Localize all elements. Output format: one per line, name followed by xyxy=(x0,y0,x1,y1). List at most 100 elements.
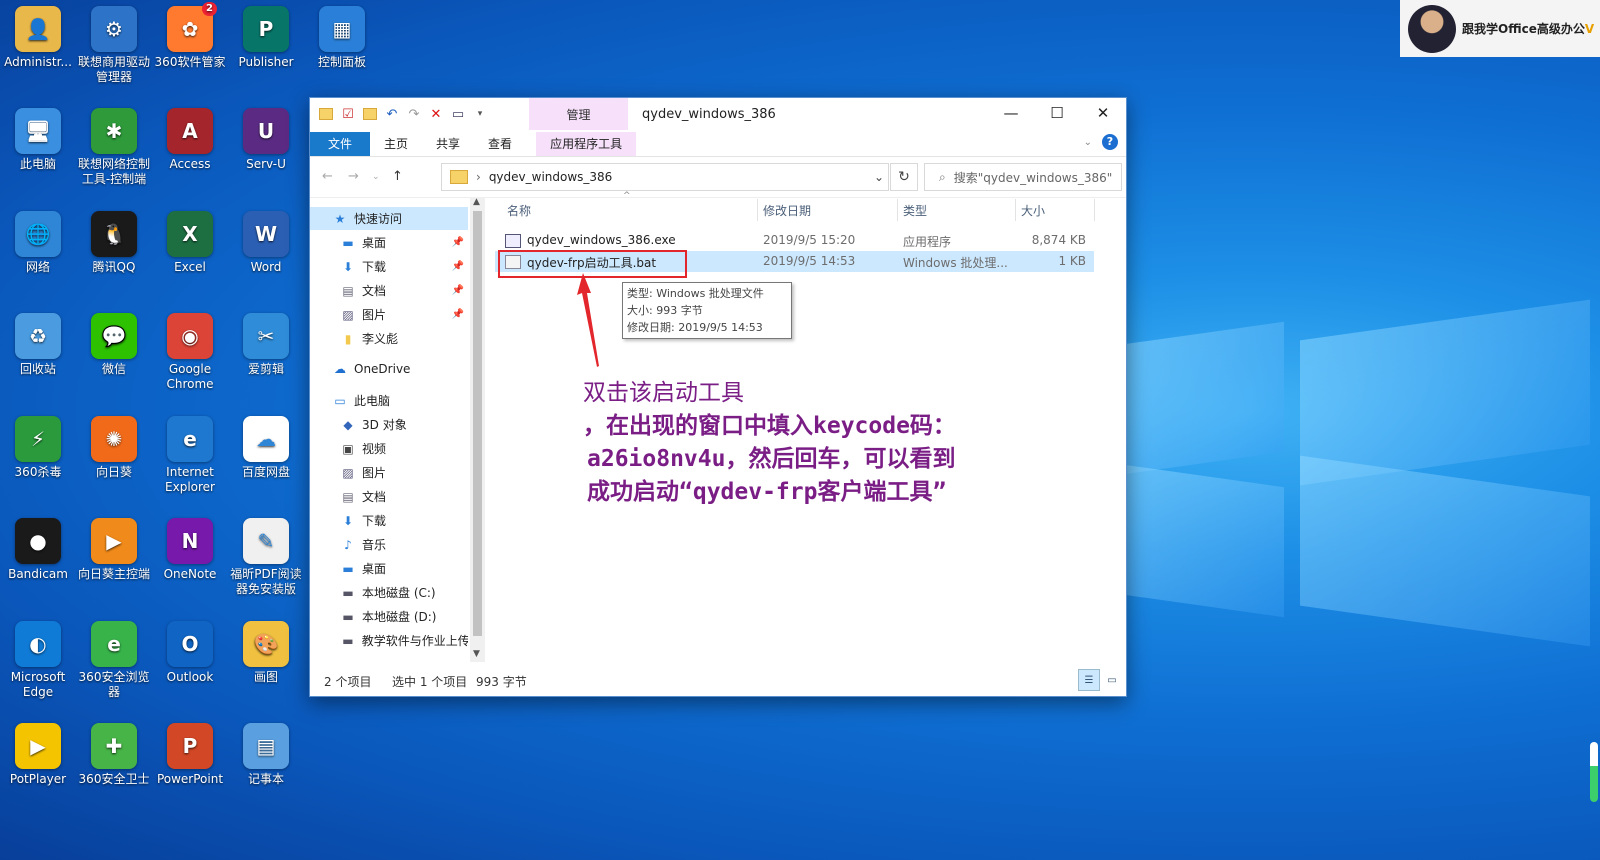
sidebar-item[interactable]: ▭ 此电脑 xyxy=(310,389,468,412)
address-bar[interactable]: › qydev_windows_386 ⌄ xyxy=(441,163,889,191)
qq-icon: 🐧 xyxy=(91,211,137,257)
desktop-icon[interactable]: U Serv-U xyxy=(228,108,304,172)
sidebar-item[interactable]: ⬇ 下载 xyxy=(310,509,468,532)
desktop-icon[interactable]: 🖥 此电脑 xyxy=(0,108,76,172)
refresh-button[interactable]: ↻ xyxy=(890,163,918,191)
sidebar-item[interactable]: ▨ 图片 xyxy=(310,461,468,484)
close-button[interactable]: ✕ xyxy=(1080,98,1126,128)
desktop-icon-label: OneNote xyxy=(163,567,217,581)
sidebar-item[interactable]: ⬇ 下载 📌 xyxy=(310,255,468,278)
desktop-icon[interactable]: ☁ 百度网盘 xyxy=(228,416,304,480)
sidebar-item[interactable]: ▤ 文档 📌 xyxy=(310,279,468,302)
column-header-type[interactable]: 类型 xyxy=(903,199,927,223)
help-icon[interactable]: ? xyxy=(1102,134,1118,150)
tab-view[interactable]: 查看 xyxy=(474,132,526,156)
desktop-icon[interactable]: N OneNote xyxy=(152,518,228,582)
desktop-icon[interactable]: 🌐 网络 xyxy=(0,211,76,275)
sidebar-item[interactable]: ☁ OneDrive xyxy=(310,357,468,380)
tab-application-tools[interactable]: 应用程序工具 xyxy=(536,132,637,156)
desktop-icon[interactable]: ▶ PotPlayer xyxy=(0,723,76,787)
tab-file[interactable]: 文件 xyxy=(310,132,371,156)
presenter-name: 跟我学Office高级办公V xyxy=(1462,22,1595,36)
sidebar-item[interactable]: ★ 快速访问 xyxy=(310,207,468,230)
scroll-up-icon[interactable]: ▲ xyxy=(473,197,480,207)
customize-dropdown-icon[interactable]: ▾ xyxy=(472,106,488,122)
pictures-icon: ▨ xyxy=(342,307,354,322)
tab-share[interactable]: 共享 xyxy=(422,132,474,156)
rename-icon[interactable]: ▭ xyxy=(450,106,466,122)
desktop-icon[interactable]: ⚡ 360杀毒 xyxy=(0,416,76,480)
potplayer-icon: ▶ xyxy=(15,723,61,769)
desktop-icon[interactable]: ✺ 向日葵 xyxy=(76,416,152,480)
undo-icon[interactable]: ↶ xyxy=(384,106,400,122)
sidebar-item[interactable]: ▬ 教学软件与作业上传 xyxy=(310,629,468,652)
desktop-icon[interactable]: W Word xyxy=(228,211,304,275)
desktop-icon[interactable]: ✱ 联想网络控制工具-控制端 xyxy=(76,108,152,187)
tab-home[interactable]: 主页 xyxy=(370,132,422,156)
pin-icon[interactable]: 📌 xyxy=(452,261,464,272)
desktop-icon[interactable]: 💬 微信 xyxy=(76,313,152,377)
desktop-icon[interactable]: ⚙ 联想商用驱动管理器 xyxy=(76,6,152,85)
sidebar-item[interactable]: ▬ 本地磁盘 (C:) xyxy=(310,581,468,604)
pin-icon[interactable]: 📌 xyxy=(452,309,464,320)
desktop-icon[interactable]: X Excel xyxy=(152,211,228,275)
desktop-icon[interactable]: e 360安全浏览器 xyxy=(76,621,152,700)
desktop-icon[interactable]: ✂ 爱剪辑 xyxy=(228,313,304,377)
search-input[interactable]: ⌕ 搜索"qydev_windows_386" xyxy=(924,163,1122,191)
column-header-name[interactable]: 名称 xyxy=(507,199,531,223)
column-header-date[interactable]: 修改日期 xyxy=(763,199,811,223)
desktop-icon[interactable]: ▤ 记事本 xyxy=(228,723,304,787)
desktop-icon[interactable]: ✚ 360安全卫士 xyxy=(76,723,152,787)
scroll-down-icon[interactable]: ▼ xyxy=(473,649,480,659)
chevron-down-icon[interactable]: ⌄ xyxy=(874,170,884,184)
sidebar-item[interactable]: ▬ 本地磁盘 (D:) xyxy=(310,605,468,628)
back-icon[interactable]: ← xyxy=(322,169,333,184)
desktop-icon[interactable]: ♻ 回收站 xyxy=(0,313,76,377)
desktop-icon[interactable]: 🎨 画图 xyxy=(228,621,304,685)
sidebar-item[interactable]: ▬ 桌面 📌 xyxy=(310,231,468,254)
desktop-icon[interactable]: P Publisher xyxy=(228,6,304,70)
folder-icon[interactable] xyxy=(318,106,334,122)
sidebar-item[interactable]: ▬ 桌面 xyxy=(310,557,468,580)
desktop-icon[interactable]: ◐ Microsoft Edge xyxy=(0,621,76,700)
sidebar-item[interactable]: ♪ 音乐 xyxy=(310,533,468,556)
sidebar-item[interactable]: ▨ 图片 📌 xyxy=(310,303,468,326)
desktop-icon[interactable]: O Outlook xyxy=(152,621,228,685)
recent-locations-icon[interactable]: ⌄ xyxy=(372,172,380,182)
delete-icon[interactable]: ✕ xyxy=(428,106,444,122)
desktop-icon[interactable]: 🐧 腾讯QQ xyxy=(76,211,152,275)
desktop-icon-label: 回收站 xyxy=(19,362,56,376)
sidebar-item[interactable]: ▮ 李义彪 xyxy=(310,327,468,350)
manage-context-tab[interactable]: 管理 xyxy=(529,98,628,130)
desktop-icon[interactable]: ▦ 控制面板 xyxy=(304,6,380,70)
pin-icon[interactable]: 📌 xyxy=(452,285,464,296)
minimize-button[interactable]: — xyxy=(988,98,1034,128)
column-header-size[interactable]: 大小 xyxy=(1021,199,1045,223)
desktop-icon[interactable]: ● Bandicam xyxy=(0,518,76,582)
desktop-icon[interactable]: ✿ 2 360软件管家 xyxy=(152,2,228,70)
desktop-icon-label: Access xyxy=(169,157,211,171)
details-view-button[interactable]: ☰ xyxy=(1078,669,1100,691)
pin-icon[interactable]: 📌 xyxy=(452,237,464,248)
sidebar-item[interactable]: ◆ 3D 对象 xyxy=(310,413,468,436)
sidebar-scrollbar[interactable]: ▲ ▼ xyxy=(470,197,485,662)
forward-icon[interactable]: → xyxy=(348,169,359,184)
expand-ribbon-icon[interactable]: ⌄ xyxy=(1084,137,1092,148)
large-icons-view-button[interactable]: ▭ xyxy=(1101,669,1123,691)
desktop-icon[interactable]: e Internet Explorer xyxy=(152,416,228,495)
scrollbar-thumb[interactable] xyxy=(473,211,482,636)
file-row[interactable]: qydev_windows_386.exe 2019/9/5 15:20 应用程… xyxy=(495,230,1094,251)
desktop-icon[interactable]: ▶ 向日葵主控端 xyxy=(76,518,152,582)
up-icon[interactable]: ↑ xyxy=(392,169,403,184)
new-folder-icon[interactable] xyxy=(362,106,378,122)
sidebar-item[interactable]: ▤ 文档 xyxy=(310,485,468,508)
desktop-icon[interactable]: P PowerPoint xyxy=(152,723,228,787)
maximize-button[interactable]: ☐ xyxy=(1034,98,1080,128)
desktop-icon[interactable]: ✎ 福昕PDF阅读器免安装版 xyxy=(228,518,304,597)
desktop-icon[interactable]: 👤 Administr... xyxy=(0,6,76,70)
properties-icon[interactable]: ☑ xyxy=(340,106,356,122)
desktop-icon[interactable]: A Access xyxy=(152,108,228,172)
desktop-icon[interactable]: ◉ Google Chrome xyxy=(152,313,228,392)
sidebar-item[interactable]: ▣ 视频 xyxy=(310,437,468,460)
redo-icon[interactable]: ↷ xyxy=(406,106,422,122)
